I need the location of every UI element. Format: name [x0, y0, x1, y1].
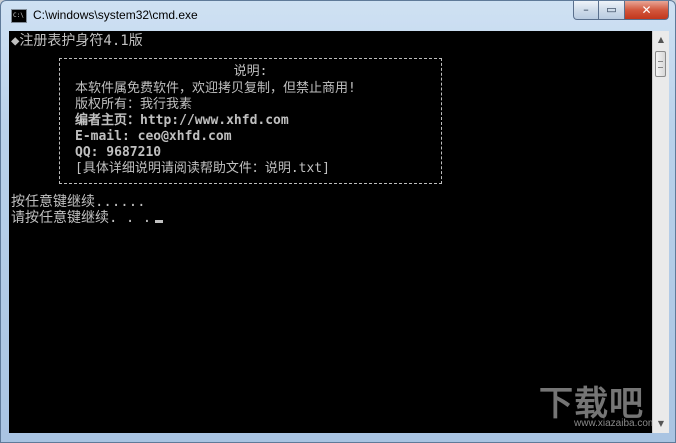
caption-buttons: – ▭ ✕ [573, 1, 669, 21]
info-title: 说明: [233, 64, 268, 79]
cmd-icon-label: C:\ [13, 12, 24, 19]
scroll-up-arrow-icon[interactable]: ▲ [654, 32, 668, 48]
info-line-qq: QQ: 9687210 [75, 145, 162, 160]
scroll-down-arrow-icon[interactable]: ▼ [654, 416, 668, 432]
text-cursor [155, 220, 164, 223]
window-title: C:\windows\system32\cmd.exe [33, 8, 198, 22]
minimize-button[interactable]: – [573, 1, 599, 20]
console-line-prompt: 请按任意键继续. . . [11, 210, 164, 226]
info-line-notice: 本软件属免费软件，欢迎拷贝复制，但禁止商用! [75, 81, 356, 96]
scroll-thumb[interactable] [655, 51, 666, 77]
info-line-homepage: 编者主页：http://www.xhfd.com [75, 113, 289, 128]
minimize-icon: – [583, 3, 589, 16]
maximize-icon: ▭ [606, 3, 617, 16]
close-icon: ✕ [641, 3, 652, 17]
info-box: 说明: 本软件属免费软件，欢迎拷贝复制，但禁止商用! 版权所有：我行我素 编者主… [59, 58, 442, 184]
cmd-window: C:\ C:\windows\system32\cmd.exe – ▭ ✕ ◆注… [0, 0, 676, 443]
info-line-help: [具体详细说明请阅读帮助文件：说明.txt] [75, 161, 330, 176]
maximize-button[interactable]: ▭ [599, 1, 625, 20]
console-prompt-text: 请按任意键继续. . . [11, 210, 152, 226]
close-button[interactable]: ✕ [625, 1, 669, 20]
info-line-email: E-mail: ceo@xhfd.com [75, 129, 232, 144]
info-line-copyright: 版权所有：我行我素 [75, 97, 193, 112]
console-line-press-any-key: 按任意键继续...... [11, 194, 146, 210]
title-bar[interactable]: C:\ C:\windows\system32\cmd.exe – ▭ ✕ [1, 1, 675, 31]
console-output[interactable]: ◆注册表护身符4.1版 说明: 本软件属免费软件，欢迎拷贝复制，但禁止商用! 版… [9, 31, 652, 433]
cmd-app-icon[interactable]: C:\ [11, 9, 27, 23]
console-header: ◆注册表护身符4.1版 [11, 33, 143, 49]
vertical-scrollbar[interactable]: ▲ ▼ [652, 31, 669, 433]
watermark-url: www.xiazaiba.com [574, 418, 652, 429]
